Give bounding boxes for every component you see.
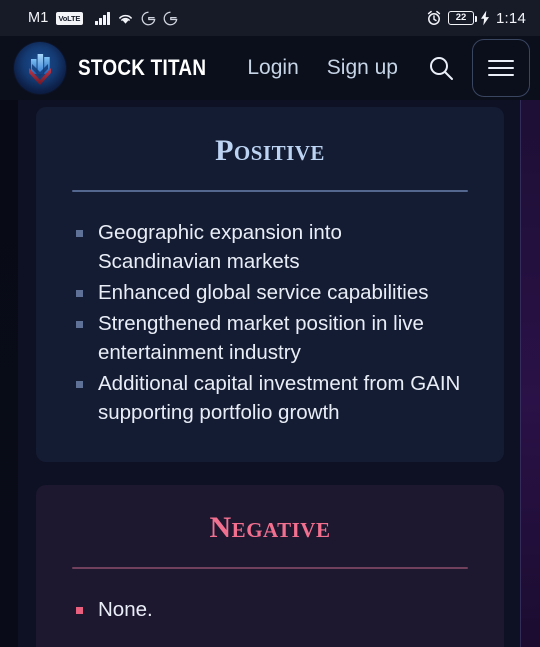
clock-label: 1:14 [496, 9, 526, 27]
negative-card-divider [72, 567, 468, 569]
signal-bars-icon [95, 11, 111, 25]
signup-link[interactable]: Sign up [313, 56, 412, 80]
negative-bullet-list: None. [72, 595, 468, 624]
login-link[interactable]: Login [233, 56, 312, 80]
app-screen: M1 VoLTE 22 1:14 STOCK TITAN Login Sign … [0, 0, 540, 647]
list-item: None. [72, 595, 468, 624]
page-right-gutter [520, 100, 540, 647]
list-item: Strengthened market position in live ent… [72, 309, 468, 367]
page-left-gutter [0, 100, 18, 647]
list-item: Enhanced global service capabilities [72, 278, 468, 307]
positive-card-title: Positive [215, 134, 325, 167]
brand-name-label: STOCK TITAN [78, 55, 207, 80]
list-item: Additional capital investment from GAIN … [72, 369, 468, 427]
wifi-icon [117, 12, 134, 25]
google-g-icon [163, 11, 178, 26]
brand-home-link[interactable]: STOCK TITAN [14, 42, 227, 94]
volte-badge: VoLTE [55, 11, 84, 25]
positive-card-divider [72, 190, 468, 192]
hamburger-menu-icon[interactable] [472, 39, 530, 97]
status-bar-right: 22 1:14 [426, 10, 526, 27]
negative-card-title: Negative [209, 511, 331, 544]
stock-titan-logo-icon [14, 42, 66, 94]
google-g-icon [141, 11, 156, 26]
carrier-label: M1 [28, 10, 49, 26]
page-body: Positive Geographic expansion into Scand… [0, 100, 540, 647]
site-header: STOCK TITAN Login Sign up [0, 36, 540, 100]
search-icon[interactable] [412, 53, 466, 83]
header-nav: Login Sign up [233, 39, 530, 97]
positive-card: Positive Geographic expansion into Scand… [36, 107, 504, 462]
negative-card: Negative None. [36, 485, 504, 647]
list-item: Geographic expansion into Scandinavian m… [72, 218, 468, 276]
android-status-bar: M1 VoLTE 22 1:14 [0, 0, 540, 36]
alarm-clock-icon [426, 10, 442, 26]
battery-indicator: 22 [448, 11, 478, 25]
positive-bullet-list: Geographic expansion into Scandinavian m… [72, 218, 468, 427]
content-column: Positive Geographic expansion into Scand… [18, 100, 520, 647]
status-bar-left: M1 VoLTE [28, 10, 178, 26]
charging-bolt-icon [480, 10, 490, 26]
